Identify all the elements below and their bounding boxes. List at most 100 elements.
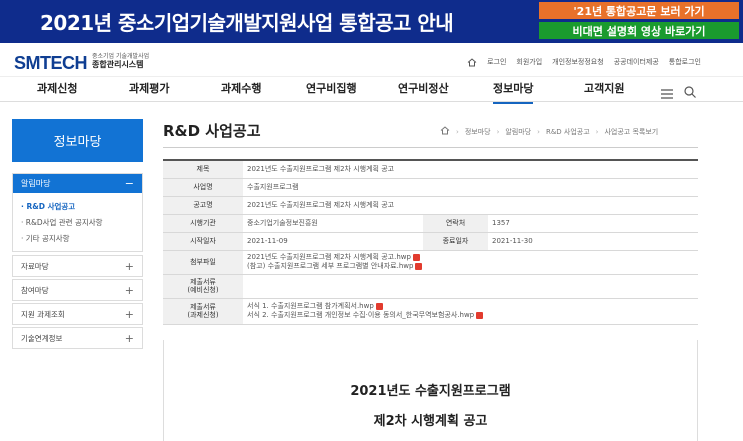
breadcrumb-item[interactable]: 정보마당 [465,127,491,137]
sidebar-item-participate[interactable]: 참여마당 + [12,279,143,301]
breadcrumb-separator: › [456,127,459,136]
submit-docs-cell: 서식 1. 수출지원프로그램 참가계획서.hwp 서식 2. 수출지원프로그램 … [243,298,698,325]
title-divider [163,147,698,148]
attachments-cell: 2021년도 수출지원프로그램 제2차 시행계획 공고.hwp (참고) 수출지… [243,250,698,275]
doc-heading-2: 제2차 시행계획 공고 [373,414,488,429]
row-label: 공고명 [163,196,243,215]
attachment-link[interactable]: 서식 2. 수출지원프로그램 개인정보 수집·이용 동의서_한국무역보험공사.h… [247,311,694,320]
notice-name-value: 2021년도 수출지원프로그램 제2차 시행계획 공고 [243,196,698,215]
sidebar-item-tech-link[interactable]: 기술연계정보 + [12,327,143,349]
plus-icon: + [124,283,134,297]
briefing-video-button[interactable]: 비대면 설명회 영상 바로가기 [539,22,739,39]
banner-title: 2021년 중소기업기술개발지원사업 통합공고 안내 [40,11,454,35]
breadcrumb: › 정보마당 › 알림마당 › R&D 사업공고 › 사업공고 목록보기 [440,126,658,137]
breadcrumb-separator: › [537,127,540,136]
sidebar-item-data[interactable]: 자료마당 + [12,255,143,277]
submit-prelim-value [243,274,698,299]
contact-value: 1357 [488,214,698,233]
nav-task-run[interactable]: 과제수행 [221,80,261,102]
logo-sub-1: 중소기업 기술개발사업 [92,53,150,60]
breadcrumb-separator: › [595,127,599,136]
breadcrumb-item[interactable]: 알림마당 [505,127,531,137]
file-download-icon[interactable] [412,254,420,261]
row-label: 첨부파일 [163,250,243,275]
search-icon[interactable] [684,83,696,102]
file-download-icon[interactable] [476,312,484,319]
breadcrumb-separator: › [496,127,500,136]
row-label: 제출서류 (예비신청) [163,274,243,299]
nav-support[interactable]: 고객지원 [584,80,624,102]
nav-task-eval[interactable]: 과제평가 [129,80,169,102]
breadcrumb-item[interactable]: R&D 사업공고 [546,127,590,137]
file-download-icon[interactable] [375,303,383,310]
row-label: 종료일자 [423,232,488,251]
nav-task-apply[interactable]: 과제신청 [37,80,77,102]
attachment-link[interactable]: 2021년도 수출지원프로그램 제2차 시행계획 공고.hwp [247,253,694,262]
sidebar-item-label: 기술연계정보 [21,333,63,343]
notice-view-button[interactable]: '21년 통합공고문 보러 가기 [539,2,739,19]
top-banner: 2021년 중소기업기술개발지원사업 통합공고 안내 '21년 통합공고문 보러… [0,0,743,43]
home-icon[interactable] [440,126,450,137]
agency-value: 중소기업기술정보진흥원 [243,214,423,233]
site-logo[interactable]: SMTECH [14,53,88,74]
breadcrumb-item[interactable]: 사업공고 목록보기 [604,127,658,137]
sidebar-item-rnd-notice[interactable]: · R&D 사업공고 [21,199,134,215]
sidebar-item-other-announce[interactable]: · 기타 공지사항 [21,231,134,247]
doc-heading-1: 2021년도 수출지원프로그램 [350,384,511,399]
notice-info-table: 제목 2021년도 수출지원프로그램 제2차 시행계획 공고 사업명 수출지원프… [163,159,698,325]
table-row: 제출서류 (예비신청) [163,274,698,299]
util-sso-login[interactable]: 통합로그인 [669,57,701,67]
sidebar-group-header[interactable]: 알림마당 − [13,174,142,193]
plus-icon: + [124,307,134,321]
row-label: 연락처 [423,214,488,233]
row-label: 시작일자 [163,232,243,251]
sidebar-item-task-search[interactable]: 지원 과제조회 + [12,303,143,325]
row-label: 제목 [163,160,243,179]
attachment-name: 서식 2. 수출지원프로그램 개인정보 수집·이용 동의서_한국무역보험공사.h… [247,311,475,319]
sidebar-group-notice: 알림마당 − · R&D 사업공고 · R&D사업 관련 공지사항 · 기타 공… [12,173,143,252]
row-label: 시행기관 [163,214,243,233]
end-date-value: 2021-11-30 [488,232,698,251]
logo-subtitle: 중소기업 기술개발사업 종합관리시스템 [92,53,150,69]
sidebar-item-label: 지원 과제조회 [21,309,65,319]
page-title: R&D 사업공고 [163,122,261,140]
table-row: 시행기관 중소기업기술정보진흥원 연락처 1357 [163,214,698,233]
util-login[interactable]: 로그인 [487,57,506,67]
start-date-value: 2021-11-09 [243,232,423,251]
util-public-data[interactable]: 공공데이터제공 [614,57,659,67]
nav-info[interactable]: 정보마당 [493,80,534,104]
table-row: 첨부파일 2021년도 수출지원프로그램 제2차 시행계획 공고.hwp (참고… [163,250,698,275]
file-download-icon[interactable] [415,263,423,270]
home-icon[interactable] [467,57,477,67]
attachment-link[interactable]: (참고) 수출지원프로그램 세부 프로그램별 안내자료.hwp [247,262,694,271]
hamburger-menu-icon[interactable] [661,84,673,103]
attachment-name: (참고) 수출지원프로그램 세부 프로그램별 안내자료.hwp [247,262,414,270]
plus-icon: + [124,259,134,273]
plus-icon: + [124,331,134,345]
program-value: 수출지원프로그램 [243,178,698,197]
table-row: 사업명 수출지원프로그램 [163,178,698,197]
attachment-name: 서식 1. 수출지원프로그램 참가계획서.hwp [247,302,374,310]
util-privacy-request[interactable]: 개인정보정정요청 [552,57,604,67]
sidebar-item-label: 참여마당 [21,285,49,295]
sidebar-group-label: 알림마당 [21,179,51,188]
table-row: 공고명 2021년도 수출지원프로그램 제2차 시행계획 공고 [163,196,698,215]
notice-title-value: 2021년도 수출지원프로그램 제2차 시행계획 공고 [243,160,698,179]
sidebar-item-label: 자료마당 [21,261,49,271]
nav-budget-exec[interactable]: 연구비집행 [306,80,357,102]
collapse-icon[interactable]: − [125,177,134,190]
sidebar-sub-list: · R&D 사업공고 · R&D사업 관련 공지사항 · 기타 공지사항 [13,193,142,251]
main-nav: 과제신청 과제평가 과제수행 연구비집행 연구비정산 정보마당 고객지원 [0,78,743,104]
util-signup[interactable]: 회원가입 [516,57,542,67]
attachment-link[interactable]: 서식 1. 수출지원프로그램 참가계획서.hwp [247,302,694,311]
row-label: 제출서류 (과제신청) [163,298,243,325]
logo-sub-2: 종합관리시스템 [92,60,144,69]
sidebar-title: 정보마당 [12,119,143,162]
nav-budget-settle[interactable]: 연구비정산 [398,80,449,102]
attachment-name: 2021년도 수출지원프로그램 제2차 시행계획 공고.hwp [247,253,411,261]
site-header: SMTECH 중소기업 기술개발사업 종합관리시스템 로그인 회원가입 개인정보… [0,43,743,77]
table-row: 제출서류 (과제신청) 서식 1. 수출지원프로그램 참가계획서.hwp 서식 … [163,298,698,325]
row-label: 사업명 [163,178,243,197]
sidebar-item-rnd-announce[interactable]: · R&D사업 관련 공지사항 [21,215,134,231]
utility-nav: 로그인 회원가입 개인정보정정요청 공공데이터제공 통합로그인 [467,57,701,67]
